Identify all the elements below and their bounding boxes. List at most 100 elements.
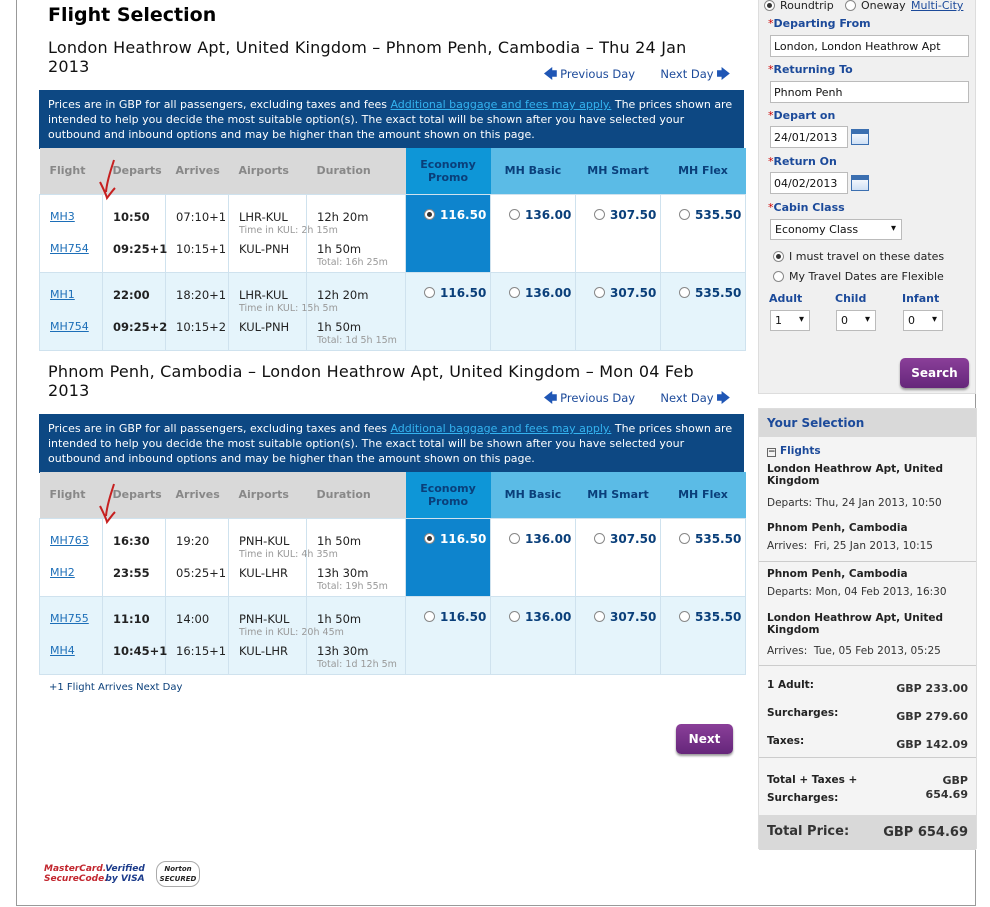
calendar-icon[interactable]: [851, 175, 869, 191]
calendar-icon[interactable]: [851, 129, 869, 145]
total-time: Total: 19h 55m: [317, 580, 388, 592]
flights-toggle[interactable]: − Flights: [767, 445, 821, 457]
out-departs: Departs: Thu, 24 Jan 2013, 10:50: [767, 497, 942, 509]
fare-cell[interactable]: 136.00: [490, 193, 576, 273]
fare-cell[interactable]: 307.50: [575, 517, 661, 597]
radio-icon[interactable]: [509, 533, 520, 544]
radio-icon[interactable]: [594, 287, 605, 298]
arrow-right-icon: 🡆: [716, 67, 730, 82]
fare-option[interactable]: 136.00: [509, 286, 571, 300]
fare-option[interactable]: 307.50: [594, 208, 656, 222]
flight-number-link[interactable]: MH763: [50, 534, 89, 547]
fare-cell[interactable]: 116.50: [405, 517, 491, 597]
cabin-class-select[interactable]: Economy Class: [770, 219, 902, 240]
fare-cell[interactable]: 307.50: [575, 193, 661, 273]
radio-icon[interactable]: [679, 287, 690, 298]
trip-multicity-link[interactable]: Multi-City: [911, 0, 963, 12]
fare-cell[interactable]: 116.50: [405, 595, 491, 675]
depart-on-input[interactable]: 24/01/2013: [770, 126, 848, 148]
adult-select[interactable]: 1: [770, 310, 810, 331]
fare-cell[interactable]: 535.50: [660, 517, 746, 597]
infant-select[interactable]: 0: [903, 310, 943, 331]
fare-option[interactable]: 136.00: [509, 208, 571, 222]
fare-cell[interactable]: 136.00: [490, 595, 576, 675]
flight-number-link[interactable]: MH3: [50, 210, 75, 223]
radio-icon[interactable]: [594, 209, 605, 220]
cell-content: LHR-KUL Time in KUL: 2h 15m KUL-PNH: [229, 195, 338, 272]
fare-cell[interactable]: 136.00: [490, 271, 576, 351]
fare-option[interactable]: 116.50: [424, 610, 486, 624]
fare-cell[interactable]: 307.50: [575, 271, 661, 351]
radio-icon[interactable]: [509, 611, 520, 622]
fare-option[interactable]: 307.50: [594, 532, 656, 546]
fare-cell[interactable]: 136.00: [490, 517, 576, 597]
radio-icon[interactable]: [424, 533, 435, 544]
fare-option[interactable]: 136.00: [509, 610, 571, 624]
radio-icon[interactable]: [679, 209, 690, 220]
outbound-next-day-link[interactable]: Next Day: [660, 67, 713, 81]
fare-price: 535.50: [695, 207, 742, 222]
fare-cell[interactable]: 116.50: [405, 271, 491, 351]
fare-option[interactable]: 535.50: [679, 286, 741, 300]
outbound-day-nav: 🡄 Previous Day Next Day 🡆: [541, 65, 733, 87]
leg-airports: KUL-PNH: [239, 319, 290, 334]
flight-number-link[interactable]: MH754: [50, 242, 89, 255]
flight-number-link[interactable]: MH4: [50, 644, 75, 657]
search-button[interactable]: Search: [900, 358, 969, 388]
fare-option[interactable]: 307.50: [594, 610, 656, 624]
fare-cell[interactable]: 535.50: [660, 193, 746, 273]
fare-option[interactable]: 136.00: [509, 532, 571, 546]
inbound-prev-day-link[interactable]: Previous Day: [560, 391, 635, 405]
trip-roundtrip[interactable]: Roundtrip: [764, 0, 834, 12]
cell-content: PNH-KUL Time in KUL: 20h 45m KUL-LHR: [229, 597, 344, 674]
flight-number-link[interactable]: MH1: [50, 288, 75, 301]
departing-input[interactable]: London, London Heathrow Apt: [770, 35, 969, 57]
inbound-next-day-link[interactable]: Next Day: [660, 391, 713, 405]
return-on-input[interactable]: 04/02/2013: [770, 172, 848, 194]
radio-icon[interactable]: [509, 209, 520, 220]
flight-number-link[interactable]: MH754: [50, 320, 89, 333]
radio-icon[interactable]: [509, 287, 520, 298]
radio-icon[interactable]: [679, 533, 690, 544]
leg-airports: PNH-KUL: [239, 611, 290, 626]
total-price-bar: Total Price: GBP 654.69: [759, 815, 976, 850]
cell-content: 07:10+1 10:15+1: [166, 195, 228, 272]
fare-option[interactable]: 116.50: [424, 286, 486, 300]
fare-cell[interactable]: 307.50: [575, 595, 661, 675]
fare-option[interactable]: 535.50: [679, 208, 741, 222]
fare-cell[interactable]: 535.50: [660, 595, 746, 675]
fare-option[interactable]: 307.50: [594, 286, 656, 300]
leg-departs: 22:00: [113, 287, 150, 302]
flight-row: MH3 MH754 10:50 09:25+1 07:10+1 10:15+1 LHR-KU…: [39, 193, 746, 273]
cell-flight: MH763 MH2: [39, 517, 103, 597]
leg-airports: KUL-LHR: [239, 643, 289, 658]
returning-input[interactable]: Phnom Penh: [770, 81, 969, 103]
radio-icon[interactable]: [424, 611, 435, 622]
radio-icon[interactable]: [594, 611, 605, 622]
outbound-prev-day-link[interactable]: Previous Day: [560, 67, 635, 81]
flight-number-link[interactable]: MH2: [50, 566, 75, 579]
flight-number-link[interactable]: MH755: [50, 612, 89, 625]
radio-icon[interactable]: [424, 209, 435, 220]
fare-cell[interactable]: 116.50: [405, 193, 491, 273]
cell-content: 16:30 23:55: [103, 519, 165, 596]
radio-icon[interactable]: [679, 611, 690, 622]
fare-option[interactable]: 116.50: [424, 532, 486, 546]
baggage-fees-link[interactable]: Additional baggage and fees may apply.: [390, 98, 611, 111]
baggage-fees-link[interactable]: Additional baggage and fees may apply.: [390, 422, 611, 435]
fare-option[interactable]: 535.50: [679, 610, 741, 624]
fixed-dates-option[interactable]: I must travel on these dates: [773, 250, 944, 263]
leg-arrives: 10:15+2: [176, 319, 227, 334]
next-button[interactable]: Next: [676, 724, 733, 754]
total-time: Total: 16h 25m: [317, 256, 388, 268]
radio-icon[interactable]: [424, 287, 435, 298]
radio-icon[interactable]: [594, 533, 605, 544]
divider: [759, 665, 976, 666]
flexible-dates-option[interactable]: My Travel Dates are Flexible: [773, 270, 944, 283]
infant-label: Infant: [902, 292, 940, 305]
fare-option[interactable]: 535.50: [679, 532, 741, 546]
child-select[interactable]: 0: [836, 310, 876, 331]
fare-cell[interactable]: 535.50: [660, 271, 746, 351]
fare-option[interactable]: 116.50: [424, 208, 486, 222]
trip-oneway[interactable]: Oneway: [845, 0, 906, 12]
